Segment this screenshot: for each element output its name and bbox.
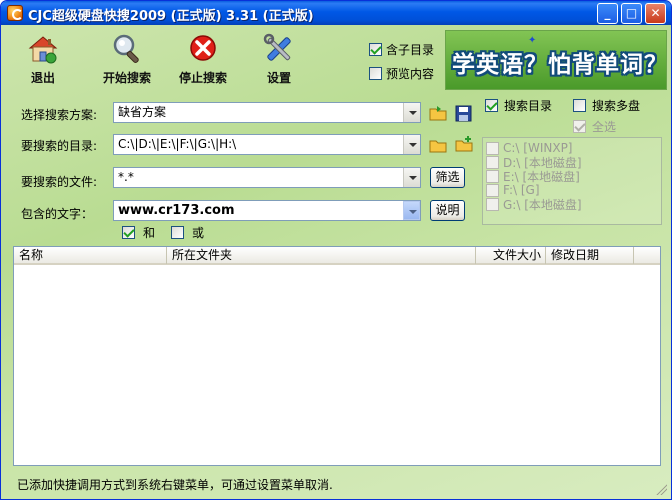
- drive-checkbox[interactable]: [486, 141, 499, 155]
- text-value: www.cr173.com: [118, 203, 235, 218]
- select-all-option[interactable]: 全选: [573, 119, 617, 134]
- ad-banner-text: 学英语？怕背单词？: [452, 52, 668, 78]
- stop-search-label: 停止搜索: [178, 71, 227, 85]
- dirs-value: C:\|D:\|E:\|F:\|G:\|H:\: [118, 137, 237, 151]
- close-button[interactable]: ✕: [645, 3, 666, 24]
- drive-item[interactable]: E:\ [本地磁盘]: [486, 169, 580, 184]
- folder-icon[interactable]: [429, 136, 447, 154]
- or-label: 或: [192, 225, 205, 240]
- filter-button[interactable]: 筛选: [430, 167, 465, 188]
- settings-button[interactable]: 设置: [259, 33, 299, 86]
- resize-grip-icon[interactable]: [655, 483, 667, 495]
- preview-checkbox[interactable]: [369, 66, 382, 80]
- select-all-checkbox[interactable]: [573, 119, 586, 133]
- multi-disk-checkbox[interactable]: [573, 98, 586, 112]
- results-header: 名称 所在文件夹 文件大小 修改日期: [14, 247, 660, 265]
- preview-label: 预览内容: [386, 66, 435, 81]
- drive-checkbox[interactable]: [486, 183, 499, 197]
- title-bar[interactable]: CJC超级硬盘快搜2009 (正式版) 3.31 (正式版) _ □ ✕: [1, 1, 671, 25]
- include-subdir-option[interactable]: 含子目录: [369, 42, 435, 57]
- stop-icon: [187, 33, 219, 65]
- search-dir-option[interactable]: 搜索目录: [485, 98, 553, 113]
- sparkle-icon: ✦: [528, 35, 537, 46]
- exit-label: 退出: [30, 71, 55, 85]
- drive-list: C:\ [WINXP] D:\ [本地磁盘] E:\ [本地磁盘] F:\ [G…: [482, 137, 662, 225]
- or-checkbox[interactable]: [171, 225, 184, 239]
- files-label: 要搜索的文件:: [21, 175, 98, 189]
- multi-disk-label: 搜索多盘: [592, 98, 641, 113]
- settings-label: 设置: [266, 71, 291, 85]
- app-window: CJC超级硬盘快搜2009 (正式版) 3.31 (正式版) _ □ ✕ 退出: [0, 0, 672, 500]
- text-combobox[interactable]: www.cr173.com: [113, 200, 421, 221]
- open-folder-icon[interactable]: [429, 104, 447, 122]
- drive-item[interactable]: G:\ [本地磁盘]: [486, 197, 582, 212]
- chevron-down-icon[interactable]: [403, 103, 420, 122]
- search-dir-label: 搜索目录: [504, 98, 553, 113]
- select-all-label: 全选: [592, 119, 617, 134]
- chevron-down-icon[interactable]: [403, 135, 420, 154]
- explain-button[interactable]: 说明: [430, 200, 465, 221]
- scheme-combobox[interactable]: 缺省方案: [113, 102, 421, 123]
- and-label: 和: [143, 225, 156, 240]
- dirs-combobox[interactable]: C:\|D:\|E:\|F:\|G:\|H:\: [113, 134, 421, 155]
- chevron-down-icon[interactable]: [403, 168, 420, 187]
- preview-option[interactable]: 预览内容: [369, 66, 435, 81]
- include-subdir-label: 含子目录: [386, 42, 435, 57]
- files-combobox[interactable]: *.*: [113, 167, 421, 188]
- start-search-label: 开始搜索: [102, 71, 151, 85]
- column-name[interactable]: 名称: [14, 247, 167, 264]
- status-text: 已添加快捷调用方式到系统右键菜单，可通过设置菜单取消.: [17, 478, 333, 492]
- ad-banner[interactable]: 学英语？怕背单词？: [445, 30, 667, 90]
- scheme-label: 选择搜索方案:: [21, 108, 98, 122]
- start-search-button[interactable]: 开始搜索: [98, 33, 156, 86]
- and-checkbox[interactable]: [122, 225, 135, 239]
- and-option[interactable]: 和: [122, 225, 156, 240]
- column-size[interactable]: 文件大小: [476, 247, 546, 264]
- results-list[interactable]: 名称 所在文件夹 文件大小 修改日期: [13, 246, 661, 466]
- minimize-button[interactable]: _: [597, 3, 618, 24]
- stop-search-button[interactable]: 停止搜索: [174, 33, 232, 86]
- drive-checkbox[interactable]: [486, 197, 499, 211]
- text-label: 包含的文字：: [21, 207, 94, 221]
- column-folder[interactable]: 所在文件夹: [167, 247, 476, 264]
- scheme-value: 缺省方案: [118, 105, 167, 119]
- drive-checkbox[interactable]: [486, 155, 499, 169]
- maximize-button[interactable]: □: [621, 3, 642, 24]
- chevron-down-icon[interactable]: [403, 201, 420, 220]
- drive-label: E:\ [本地磁盘]: [503, 169, 580, 184]
- exit-button[interactable]: 退出: [21, 33, 65, 86]
- multi-disk-option[interactable]: 搜索多盘: [573, 98, 641, 113]
- column-date[interactable]: 修改日期: [546, 247, 634, 264]
- add-folder-icon[interactable]: [455, 135, 473, 153]
- drive-checkbox[interactable]: [486, 169, 499, 183]
- save-icon[interactable]: [455, 105, 473, 123]
- app-icon: [7, 5, 23, 21]
- magnifier-icon: [111, 33, 143, 65]
- include-subdir-checkbox[interactable]: [369, 42, 382, 56]
- window-title: CJC超级硬盘快搜2009 (正式版) 3.31 (正式版): [28, 9, 314, 24]
- tools-icon: [263, 33, 295, 65]
- search-dir-checkbox[interactable]: [485, 98, 498, 112]
- dirs-label: 要搜索的目录:: [21, 139, 98, 153]
- or-option[interactable]: 或: [171, 225, 205, 240]
- files-value: *.*: [118, 170, 134, 184]
- house-icon: [27, 33, 59, 65]
- drive-label: G:\ [本地磁盘]: [503, 197, 582, 212]
